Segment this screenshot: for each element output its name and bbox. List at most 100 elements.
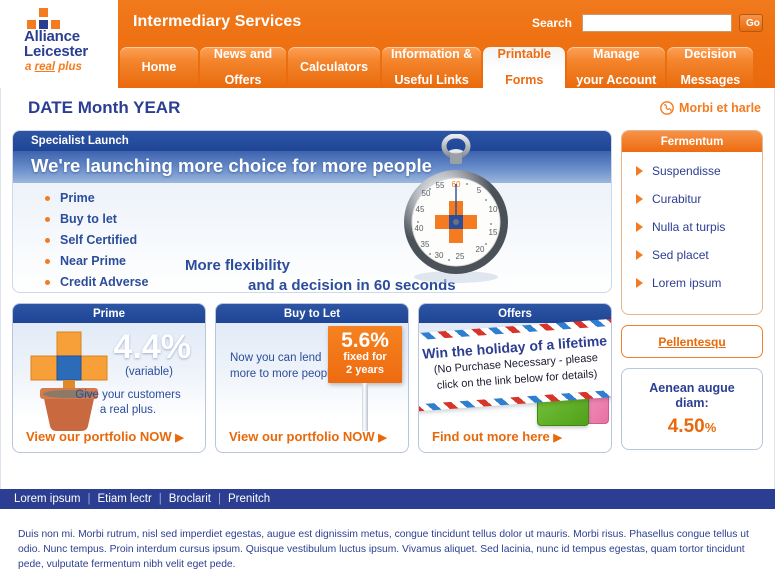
triangle-right-icon — [636, 194, 643, 204]
sidebar-item-lorem-ipsum[interactable]: Lorem ipsum — [622, 276, 762, 290]
sidebar-link-list: Suspendisse Curabitur Nulla at turpis Se… — [622, 152, 762, 290]
site-header: Alliance Leicester a real plus Intermedi… — [0, 0, 775, 88]
nav-tab-info-line2: Useful Links — [394, 73, 469, 87]
footer-separator: | — [217, 493, 221, 505]
footer-nav: Lorem ipsum | Etiam lectr | Broclarit | … — [0, 489, 775, 509]
arrow-right-icon: ▶ — [553, 432, 562, 444]
promo-prime-cta[interactable]: View our portfolio NOW ▶ — [26, 429, 184, 444]
promo-card-offers[interactable]: Offers Win the holiday of a lifetime (No… — [418, 303, 612, 453]
promo-offers-cta[interactable]: Find out more here ▶ — [432, 429, 562, 444]
svg-text:5: 5 — [477, 186, 482, 195]
footer-separator: | — [87, 493, 91, 505]
promo-prime-copy: Give your customers a real plus. — [63, 388, 193, 418]
nav-tab-manage-line1: Manage — [593, 47, 640, 61]
svg-text:15: 15 — [489, 228, 498, 237]
promo-btl-sign-line2: 2 years — [346, 364, 384, 376]
footer-link-lorem-ipsum[interactable]: Lorem ipsum — [14, 493, 80, 505]
promo-btl-rate: 5.6% — [341, 329, 389, 352]
search-go-button[interactable]: Go — [739, 14, 763, 32]
brand-logo[interactable]: Alliance Leicester a real plus — [0, 0, 118, 88]
triangle-right-icon — [636, 166, 643, 176]
contact-phone-label: Morbi et harle — [679, 101, 761, 115]
nav-tab-info-line1: Information & — [391, 47, 473, 61]
sidebar-panel-title: Fermentum — [622, 131, 762, 152]
nav-tab-information-useful-links[interactable]: Information & Useful Links — [382, 47, 482, 88]
sidebar-rate-title-line1: Aenean augue — [649, 380, 735, 395]
footer-link-prenitch[interactable]: Prenitch — [228, 493, 270, 505]
svg-text:35: 35 — [421, 240, 430, 249]
site-title: Intermediary Services — [133, 13, 302, 30]
footer-link-broclarit[interactable]: Broclarit — [169, 493, 211, 505]
triangle-right-icon — [636, 250, 643, 260]
triangle-right-icon — [636, 278, 643, 288]
promo-prime-cta-label: View our portfolio NOW — [26, 429, 172, 444]
sidebar-item-curabitur[interactable]: Curabitur — [622, 192, 762, 206]
stopwatch-illustration: 60 5 10 15 20 25 30 35 40 45 50 55 — [404, 134, 508, 283]
nav-tab-decision-line2: Messages — [680, 73, 741, 87]
sidebar-item-label: Sed placet — [652, 248, 709, 262]
sidebar-rate-unit: % — [704, 419, 717, 435]
promo-btl-sign-board: 5.6% fixed for 2 years — [328, 326, 402, 383]
nav-tab-decision-line1: Decision — [684, 47, 737, 61]
promo-prime-copy-line1: Give your customers — [75, 389, 181, 401]
contact-phone-link[interactable]: Morbi et harle — [660, 101, 761, 115]
airmail-envelope: Win the holiday of a lifetime (No Purcha… — [419, 318, 611, 412]
plant-pot-illustration — [30, 331, 108, 432]
promo-btl-title: Buy to Let — [216, 304, 408, 323]
brand-wordmark: Alliance Leicester — [24, 29, 88, 59]
nav-tab-news-and-offers[interactable]: News and Offers — [200, 47, 286, 88]
nav-tab-home[interactable]: Home — [120, 47, 198, 88]
nav-tab-calculators-label: Calculators — [299, 60, 369, 74]
promo-btl-sign-post — [362, 383, 368, 431]
hero-tagline-line1: More flexibility — [185, 257, 291, 274]
arrow-right-icon: ▶ — [175, 432, 184, 444]
search-input[interactable] — [582, 14, 732, 32]
promo-btl-cta-label: View our portfolio NOW — [229, 429, 375, 444]
nav-tab-calculators[interactable]: Calculators — [288, 47, 380, 88]
sidebar-rate-value: 4.50% — [668, 416, 717, 438]
main-content: Specialist Launch We're launching more c… — [0, 130, 775, 453]
svg-text:25: 25 — [456, 252, 465, 261]
alliance-leicester-cross-icon — [27, 8, 69, 30]
search-area: Search Go — [532, 14, 763, 32]
promo-btl-cta[interactable]: View our portfolio NOW ▶ — [229, 429, 387, 444]
nav-tab-news-line2: Offers — [224, 73, 262, 87]
triangle-right-icon — [636, 222, 643, 232]
hero-headline: We're launching more choice for more peo… — [31, 155, 432, 176]
tagline-a: a — [25, 61, 35, 73]
svg-text:40: 40 — [415, 224, 424, 233]
svg-text:10: 10 — [489, 205, 498, 214]
page-edge-left — [0, 88, 1, 489]
footer-legal-text: Duis non mi. Morbi rutrum, nisl sed impe… — [18, 529, 749, 570]
nav-tab-news-line1: News and — [213, 47, 273, 61]
nav-tab-printable-forms[interactable]: Printable Forms — [483, 47, 566, 88]
promo-card-buy-to-let[interactable]: Buy to Let Now you can lend more to more… — [215, 303, 409, 453]
sidebar-rate-number: 4.50 — [667, 415, 705, 437]
promo-card-prime[interactable]: Prime 4.4% (variable) Give your customer… — [12, 303, 206, 453]
hero-banner[interactable]: Specialist Launch We're launching more c… — [12, 130, 612, 293]
pellentesqu-button[interactable]: Pellentesqu — [621, 325, 763, 358]
sidebar-item-nulla-at-turpis[interactable]: Nulla at turpis — [622, 220, 762, 234]
nav-tab-printable-line1: Printable — [497, 47, 552, 61]
date-bar: DATE Month YEAR Morbi et harle — [0, 88, 775, 130]
sidebar-rate-title: Aenean augue diam: — [649, 381, 734, 411]
sidebar-item-suspendisse[interactable]: Suspendisse — [622, 164, 762, 178]
pellentesqu-button-label: Pellentesqu — [658, 334, 726, 349]
promo-btl-copy: Now you can lend more to more people. — [230, 350, 339, 382]
tagline-c: plus — [55, 61, 82, 73]
primary-nav: Home News and Offers Calculators Informat… — [120, 45, 755, 88]
promo-btl-copy-line2: more to more people. — [230, 368, 340, 380]
nav-tab-home-label: Home — [141, 60, 177, 74]
svg-text:50: 50 — [422, 189, 431, 198]
sidebar-item-label: Nulla at turpis — [652, 220, 726, 234]
promo-offers-cta-label: Find out more here — [432, 429, 550, 444]
list-item: Near Prime — [45, 254, 148, 268]
nav-tab-manage-your-account[interactable]: Manage your Account — [567, 47, 666, 88]
nav-tab-decision-messages[interactable]: Decision Messages — [667, 47, 754, 88]
sidebar-rate-title-line2: diam: — [675, 395, 709, 410]
sidebar-item-sed-placet[interactable]: Sed placet — [622, 248, 762, 262]
nav-tab-printable-line2: Forms — [505, 73, 544, 87]
list-item: Self Certified — [45, 233, 148, 247]
footer-link-etiam-lectr[interactable]: Etiam lectr — [97, 493, 151, 505]
sidebar-rate-card: Aenean augue diam: 4.50% — [621, 368, 763, 450]
